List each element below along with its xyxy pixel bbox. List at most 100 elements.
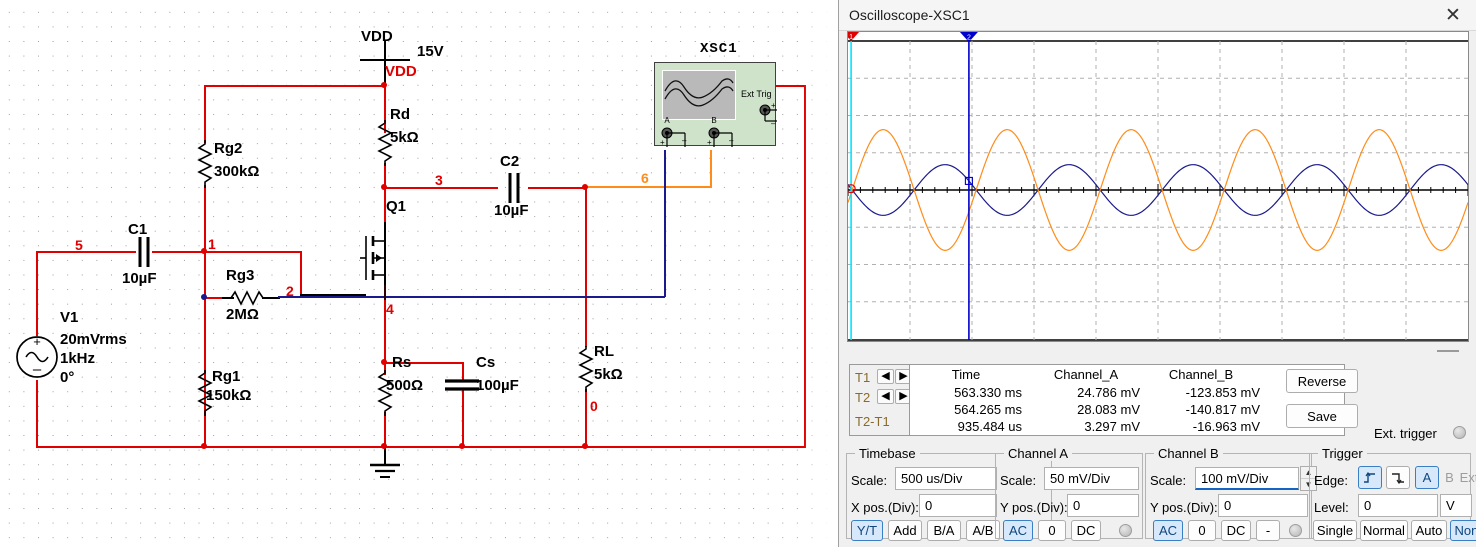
trigger-legend: Trigger	[1318, 446, 1367, 461]
v1-ref-label: V1	[60, 309, 79, 326]
close-icon[interactable]: ✕	[1430, 0, 1476, 30]
svg-text:–: –	[33, 361, 42, 378]
channel-b-coupling-gnd-button[interactable]: 0	[1188, 520, 1216, 541]
t2-channel-a: 28.083 mV	[1077, 402, 1140, 417]
rl-resistor-symbol	[578, 346, 594, 392]
trigger-source-ext-button[interactable]: Ext	[1458, 466, 1476, 489]
cs-value-label: 100µF	[476, 377, 519, 394]
trigger-level-input[interactable]	[1358, 494, 1438, 517]
c2-capacitor-symbol	[508, 173, 520, 203]
cursor-nav-panel: T1 ◀ ▶ T2 ◀ ▶ T2-T1	[849, 364, 915, 436]
node-label-6: 6	[641, 170, 649, 186]
save-button[interactable]: Save	[1286, 404, 1358, 428]
channel-a-scale-label: Scale:	[1000, 473, 1037, 488]
timebase-mode-yt-button[interactable]: Y/T	[851, 520, 883, 541]
trigger-level-unit-input[interactable]	[1440, 494, 1472, 517]
svg-text:+: +	[707, 138, 712, 147]
wire-vdd-down	[384, 85, 386, 121]
trigger-level-label: Level:	[1314, 500, 1349, 515]
rg3-ref-label: Rg3	[226, 267, 255, 284]
waveform-display[interactable]: 12	[847, 31, 1469, 342]
channel-a-coupling-ac-button[interactable]: AC	[1003, 520, 1033, 541]
wire-node6-down	[585, 187, 587, 347]
wire-node2-blue	[278, 296, 665, 298]
header-time: Time	[951, 367, 981, 382]
wire-bottom-left-rail	[36, 446, 206, 448]
q1-mosfet-symbol	[360, 222, 386, 300]
rd-ref-label: Rd	[390, 106, 410, 123]
channel-a-coupling-gnd-button[interactable]: 0	[1038, 520, 1066, 541]
trigger-mode-auto-button[interactable]: Auto	[1411, 520, 1447, 541]
rg1-value-label: 150kΩ	[206, 387, 252, 404]
cursor-row-label-t1: T1	[855, 370, 871, 385]
cursor-t2-left-button[interactable]: ◀	[877, 389, 894, 404]
trigger-edge-falling-button[interactable]	[1386, 466, 1410, 489]
node-label-4: 4	[386, 301, 394, 317]
rising-edge-icon	[1364, 471, 1375, 483]
svg-text:B: B	[711, 116, 716, 125]
timebase-mode-ba-button[interactable]: B/A	[927, 520, 961, 541]
window-title: Oscilloscope-XSC1	[849, 7, 970, 23]
rl-value-label: 5kΩ	[594, 366, 623, 383]
timebase-xpos-label: X pos.(Div):	[851, 500, 919, 515]
wire-rs-bottom	[384, 412, 386, 446]
wire-node2-rg3-left	[204, 297, 224, 299]
trigger-mode-normal-button[interactable]: Normal	[1360, 520, 1408, 541]
channel-b-scale-input[interactable]	[1195, 467, 1299, 490]
channel-b-legend: Channel B	[1154, 446, 1223, 461]
channel-b-ypos-input[interactable]	[1218, 494, 1308, 517]
circuit-schematic-canvas[interactable]: + – A B + – + – + – Ext Trig XSC1 VDD 15…	[0, 0, 838, 547]
channel-a-scale-input[interactable]	[1044, 467, 1139, 490]
t2-time: 564.265 ms	[954, 402, 1022, 417]
timebase-mode-add-button[interactable]: Add	[888, 520, 922, 541]
trigger-source-a-button[interactable]: A	[1415, 466, 1439, 489]
channel-a-ypos-label: Y pos.(Div):	[1000, 500, 1068, 515]
wire-ground-rail	[204, 446, 806, 448]
timebase-legend: Timebase	[855, 446, 920, 461]
channel-b-invert-button[interactable]: -	[1256, 520, 1280, 541]
rl-ref-label: RL	[594, 343, 614, 360]
trigger-edge-rising-button[interactable]	[1358, 466, 1382, 489]
trigger-source-b-button[interactable]: B	[1441, 466, 1458, 489]
reverse-button[interactable]: Reverse	[1286, 369, 1358, 393]
header-channel-a: Channel_A	[1053, 367, 1119, 382]
channel-a-ypos-input[interactable]	[1067, 494, 1139, 517]
v1-phase-label: 0°	[60, 369, 75, 386]
trigger-mode-single-button[interactable]: Single	[1313, 520, 1357, 541]
channel-b-coupling-ac-button[interactable]: AC	[1153, 520, 1183, 541]
svg-text:+: +	[660, 138, 665, 147]
ext-trigger-label: Ext. trigger	[1374, 426, 1437, 441]
t1-time: 563.330 ms	[954, 385, 1022, 400]
cs-ref-label: Cs	[476, 354, 496, 371]
xsc1-instrument-icon[interactable]: A B + – + – + – Ext Trig	[654, 62, 777, 147]
wire-gate-down	[300, 251, 302, 295]
timebase-scale-input[interactable]	[895, 467, 997, 490]
channel-b-scale-label: Scale:	[1150, 473, 1187, 488]
svg-text:2: 2	[967, 35, 971, 42]
junction-dot	[582, 184, 588, 190]
rg2-ref-label: Rg2	[214, 140, 243, 157]
control-panel: Timebase Scale: X pos.(Div): Y/T Add B/A…	[839, 444, 1476, 547]
rg3-resistor-symbol	[228, 290, 268, 306]
window-titlebar: Oscilloscope-XSC1 ✕	[839, 0, 1476, 31]
svg-text:+: +	[771, 101, 776, 110]
channel-b-coupling-dc-button[interactable]: DC	[1221, 520, 1251, 541]
q1-ref-label: Q1	[386, 198, 407, 215]
junction-dot	[381, 443, 387, 449]
channel-a-coupling-dc-button[interactable]: DC	[1071, 520, 1101, 541]
trigger-mode-none-button[interactable]: None	[1450, 520, 1476, 541]
xsc1-ext-trig-label: Ext Trig	[741, 89, 772, 99]
cursor-t1-left-button[interactable]: ◀	[877, 369, 894, 384]
timebase-xpos-input[interactable]	[919, 494, 997, 517]
wire-right-rail	[804, 85, 806, 447]
rg2-value-label: 300kΩ	[214, 163, 260, 180]
ext-trigger-led-icon	[1453, 426, 1466, 439]
v1-ac-source-symbol: + –	[16, 334, 58, 378]
svg-text:1: 1	[849, 34, 853, 41]
wire-v1-top	[36, 251, 38, 336]
resize-grip-icon[interactable]	[1437, 350, 1459, 352]
ground-symbol	[370, 463, 400, 478]
rs-value-label: 500Ω	[386, 377, 424, 394]
falling-edge-icon	[1392, 472, 1404, 484]
c1-value-label: 10µF	[122, 270, 157, 287]
